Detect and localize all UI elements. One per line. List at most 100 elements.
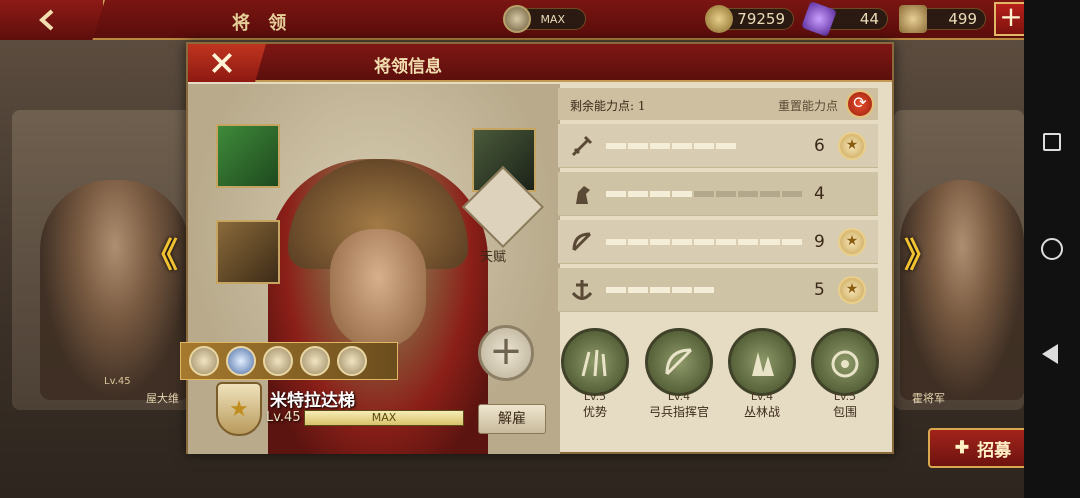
skill-name: 弓兵指挥官: [648, 405, 709, 419]
skill-level: Lv.4: [667, 390, 691, 403]
stat-segment: [628, 239, 648, 245]
coin-icon: [705, 5, 733, 33]
stat-value: 9: [814, 232, 825, 252]
skill-encirclement[interactable]: Lv.5 包围: [810, 328, 880, 420]
reset-points-button[interactable]: ⟳: [846, 90, 874, 118]
stat-segment: [738, 239, 758, 245]
medal-icon[interactable]: [226, 346, 256, 376]
stat-segment: [760, 191, 780, 197]
back-button[interactable]: [0, 0, 105, 40]
forest-skill-icon: [728, 328, 796, 396]
stat-segment: [628, 287, 648, 293]
gems-display: 44: [801, 1, 888, 37]
stat-segment: [694, 239, 714, 245]
exp-bar: MAX: [304, 410, 464, 426]
stat-segment: [628, 191, 648, 197]
stat-segment: [606, 239, 626, 245]
back-nav-icon[interactable]: [1042, 344, 1058, 364]
medal-strip: [180, 342, 398, 380]
remaining-points-label: 剩余能力点: 1: [570, 99, 646, 113]
stat-segment: [606, 191, 626, 197]
stat-row-infantry: 6 ★: [558, 124, 878, 168]
temple-icon: [503, 5, 531, 33]
prev-general-arrow-icon[interactable]: 《: [144, 228, 178, 277]
reset-points-label: 重置能力点: [777, 99, 838, 113]
recruit-button[interactable]: ✚ 招募: [928, 428, 1038, 468]
stat-segment: [672, 191, 692, 197]
stat-segment: [694, 191, 714, 197]
banner-equipment-slot[interactable]: [216, 124, 280, 188]
medal-icon[interactable]: [300, 346, 330, 376]
advantage-skill-icon: [561, 328, 629, 396]
stat-segment: [672, 287, 692, 293]
stat-segment: [628, 143, 648, 149]
building-level-text: MAX: [540, 12, 565, 26]
talent-label: 天赋: [480, 250, 507, 265]
skill-level: Lv.5: [583, 390, 607, 403]
stat-segment: [672, 143, 692, 149]
stat-segment: [672, 239, 692, 245]
anchor-icon: [571, 280, 593, 300]
gem-icon: [801, 1, 837, 37]
bow-skill-icon: [645, 328, 713, 396]
dialog-header: 将领信息: [188, 44, 892, 82]
stat-segment: [716, 239, 736, 245]
rank-star-icon: ★: [216, 382, 262, 436]
talent-button[interactable]: 天赋: [461, 165, 545, 265]
stat-bar: [606, 143, 802, 149]
stat-bar: [606, 287, 802, 293]
stat-segment: [694, 143, 714, 149]
coins-display: 79259: [705, 5, 794, 33]
stat-segment: [650, 239, 670, 245]
skill-level: Lv.4: [750, 390, 774, 403]
home-icon[interactable]: [1041, 238, 1063, 260]
stat-segment: [694, 287, 714, 293]
skill-archer-commander[interactable]: Lv.4 弓兵指挥官: [644, 328, 714, 420]
skill-level: Lv.5: [833, 390, 857, 403]
back-arrow-icon: [39, 9, 54, 31]
recruit-plus-icon: ✚: [954, 438, 970, 458]
honor-display: 499: [899, 5, 986, 33]
skill-advantage[interactable]: Lv.5 优势: [560, 328, 630, 420]
general-level: Lv.45: [266, 410, 301, 425]
general-face: [330, 229, 426, 349]
dismiss-button[interactable]: 解雇: [478, 404, 546, 434]
stat-segment: [782, 239, 802, 245]
left-general-name: 屋大维: [146, 392, 179, 405]
skill-name: 包围: [832, 405, 857, 419]
next-general-arrow-icon[interactable]: 》: [904, 228, 938, 277]
stat-segment: [606, 143, 626, 149]
medal-icon[interactable]: [337, 346, 367, 376]
general-name: 米特拉达梯: [270, 391, 355, 411]
recruit-label: 招募: [977, 440, 1012, 461]
stat-segment: [716, 191, 736, 197]
skill-jungle-warfare[interactable]: Lv.4 丛林战: [727, 328, 797, 420]
stat-segment: [650, 287, 670, 293]
stat-segment: [650, 143, 670, 149]
upgrade-star-icon[interactable]: ★: [838, 132, 866, 160]
upgrade-star-icon[interactable]: ★: [838, 228, 866, 256]
sword-icon: [571, 135, 593, 157]
stat-value: 4: [814, 184, 825, 204]
dialog-title: 将领信息: [374, 57, 442, 77]
honor-icon: [899, 5, 927, 33]
coins-value: 79259: [737, 10, 785, 28]
stat-segment: [738, 191, 758, 197]
skill-name: 丛林战: [743, 405, 780, 419]
medal-icon[interactable]: [263, 346, 293, 376]
right-general-name: 霍将军: [912, 392, 945, 405]
recent-apps-icon[interactable]: [1043, 133, 1061, 151]
add-resource-button[interactable]: +: [994, 2, 1028, 36]
stat-segment: [760, 239, 780, 245]
upgrade-star-icon[interactable]: ★: [838, 276, 866, 304]
stat-bar: [606, 191, 802, 197]
horse-icon: [576, 186, 590, 204]
medal-icon[interactable]: [189, 346, 219, 376]
siege-cart-equipment-slot[interactable]: [216, 220, 280, 284]
skill-name: 优势: [582, 405, 607, 419]
add-equipment-button[interactable]: +: [478, 325, 534, 381]
stat-value: 6: [814, 136, 825, 156]
stat-segment: [782, 191, 802, 197]
bow-icon: [572, 232, 592, 252]
left-general-portrait: [40, 180, 190, 400]
